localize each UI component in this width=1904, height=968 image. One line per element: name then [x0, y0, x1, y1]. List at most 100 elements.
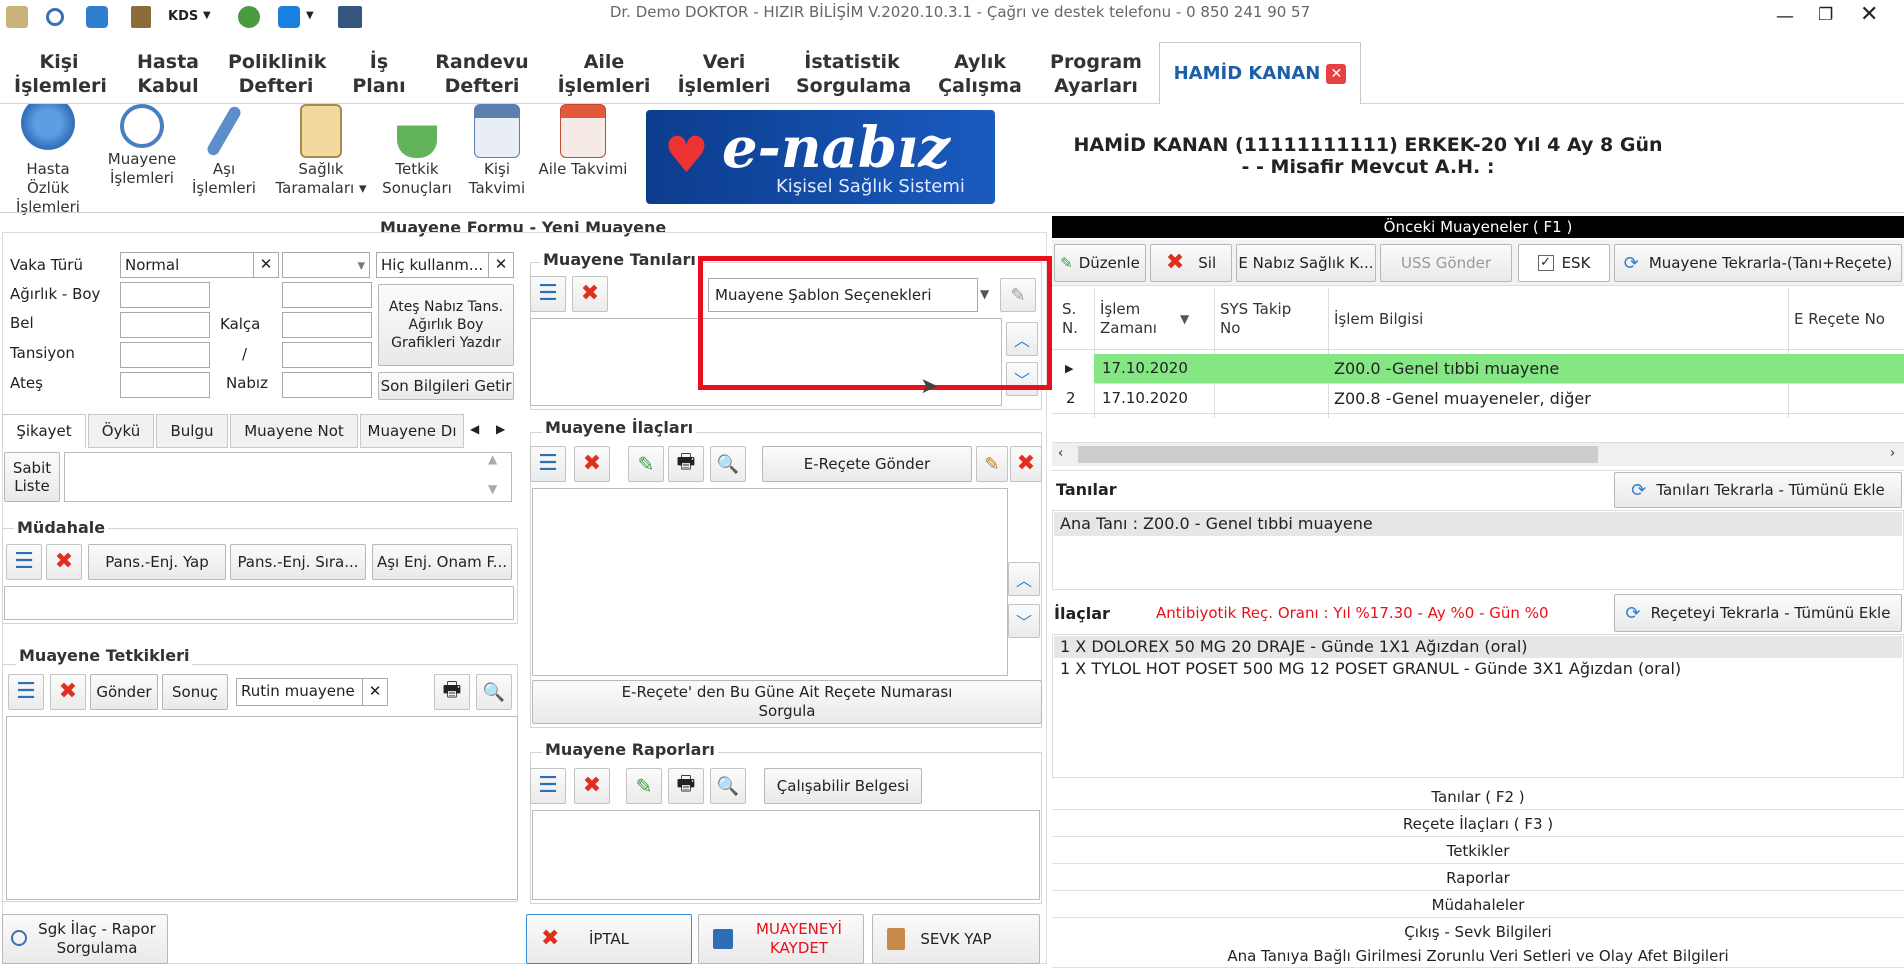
erecete-edit-button[interactable]: ✎	[976, 446, 1008, 482]
grafik-button[interactable]: Ateş Nabız Tans. Ağırlık Boy Grafikleri …	[378, 284, 514, 366]
clipboard-icon[interactable]	[131, 6, 151, 28]
accordion-mudahaleler[interactable]: Müdahaleler	[1052, 892, 1904, 918]
tansiyon-diastolik-input[interactable]	[282, 342, 372, 368]
clear-icon[interactable]: ✕	[488, 252, 514, 278]
sonuc-button[interactable]: Sonuç	[162, 674, 228, 710]
kds-label[interactable]: KDS	[168, 9, 198, 24]
iptal-button[interactable]: ✖ İPTAL	[526, 914, 692, 964]
tetkik-sablon-select[interactable]: Rutin muayene	[236, 678, 364, 706]
print-button[interactable]: 🖶	[434, 674, 470, 710]
sabit-liste-button[interactable]: Sabit Liste	[4, 452, 60, 502]
erecete-cancel-button[interactable]: ✖	[1010, 446, 1042, 482]
minimize-icon[interactable]: —	[1776, 6, 1794, 27]
receteyi-tekrarla-button[interactable]: ⟳ Reçeteyi Tekrarla - Tümünü Ekle	[1614, 594, 1902, 632]
sort-desc-icon[interactable]: ▼	[1180, 312, 1189, 326]
scroll-right-icon[interactable]: ›	[1890, 446, 1895, 461]
clear-icon[interactable]: ✕	[253, 252, 279, 278]
scroll-left-icon[interactable]: ‹	[1058, 446, 1063, 461]
toolbar-aile-takvimi[interactable]: Aile Takvimi	[538, 104, 628, 179]
col-sn[interactable]: S. N.	[1062, 300, 1088, 338]
sgk-button[interactable]: Sgk İlaç - Rapor Sorgulama	[2, 914, 168, 964]
accordion-raporlar[interactable]: Raporlar	[1052, 865, 1904, 891]
preview-button[interactable]: 🔍	[710, 446, 746, 482]
delete-button[interactable]: ✖	[46, 544, 82, 580]
scroll-thumb[interactable]	[1078, 446, 1598, 463]
list-item[interactable]: 1 X DOLOREX 50 MG 20 DRAJE - Günde 1X1 A…	[1054, 636, 1902, 658]
toolbar-tetkik[interactable]: Tetkik Sonuçları	[382, 104, 452, 198]
menu-is-plani[interactable]: İş Planı	[344, 50, 414, 98]
scroll-up-icon[interactable]: ▲	[488, 452, 497, 466]
delete-button[interactable]: ✖	[572, 276, 608, 312]
kullanim-select[interactable]: Hiç kullanm...	[376, 252, 490, 278]
tab-bulgu[interactable]: Bulgu	[156, 414, 228, 448]
kalca-input[interactable]	[282, 312, 372, 338]
tab-muayene-diger[interactable]: Muayene Dı	[360, 414, 464, 448]
menu-poliklinik-defteri[interactable]: Poliklinik Defteri	[228, 50, 326, 98]
list-item[interactable]: Ana Tanı : Z00.0 - Genel tıbbi muayene	[1054, 512, 1902, 536]
tab-scroll-right-icon[interactable]: ▶	[496, 422, 505, 436]
toolbar-muayene[interactable]: Muayene İşlemleri	[100, 104, 184, 188]
toolbar-hasta-ozluk[interactable]: Hasta Özlük İşlemleri	[4, 104, 92, 217]
list-button[interactable]: ☰	[8, 674, 44, 710]
table-row[interactable]: ▶ 17.10.2020 Z00.0 -Genel tıbbi muayene	[1052, 354, 1904, 384]
preview-button[interactable]: 🔍	[710, 768, 746, 804]
son-bilgiler-button[interactable]: Son Bilgileri Getir	[378, 372, 514, 400]
calisabilir-button[interactable]: Çalışabilir Belgesi	[764, 768, 922, 804]
menu-hasta-kabul[interactable]: Hasta Kabul	[128, 50, 208, 98]
delete-button[interactable]: ✖	[574, 768, 610, 804]
menu-aile-islemleri[interactable]: Aile İşlemleri	[554, 50, 654, 98]
menu-aylik-calisma[interactable]: Aylık Çalışma	[930, 50, 1030, 98]
ates-input[interactable]	[120, 372, 210, 398]
gonder-button[interactable]: Gönder	[90, 674, 158, 710]
erecete-sorgula-button[interactable]: E-Reçete' den Bu Güne Ait Reçete Numaras…	[532, 680, 1042, 724]
tab-sikayet[interactable]: Şikayet	[2, 414, 86, 448]
kaydet-button[interactable]: MUAYENEYİ KAYDET	[698, 914, 864, 964]
accordion-tanilar[interactable]: Tanılar ( F2 )	[1052, 784, 1904, 810]
col-islem-zamani[interactable]: İşlem Zamanı	[1100, 300, 1170, 338]
enabiz-button[interactable]: E Nabız Sağlık K...	[1236, 244, 1376, 282]
uss-button[interactable]: USS Gönder	[1380, 244, 1512, 282]
browser-icon[interactable]	[278, 6, 300, 28]
list-button[interactable]: ☰	[530, 768, 566, 804]
muayene-tekrarla-button[interactable]: ⟳ Muayene Tekrarla-(Tanı+Reçete)	[1614, 244, 1902, 282]
close-tab-icon[interactable]: ✕	[1326, 63, 1347, 84]
menu-program-ayarlari[interactable]: Program Ayarları	[1046, 50, 1146, 98]
accordion-tetkikler[interactable]: Tetkikler	[1052, 838, 1904, 864]
list-button[interactable]: ☰	[6, 544, 42, 580]
boy-input[interactable]	[282, 282, 372, 308]
pans-enj-sira-button[interactable]: Pans.-Enj. Sıra...	[230, 544, 366, 580]
edit-button[interactable]: ✎	[628, 446, 664, 482]
clear-icon[interactable]: ✕	[362, 678, 388, 706]
search-icon[interactable]	[46, 8, 64, 26]
delete-button[interactable]: ✖	[574, 446, 610, 482]
globe-icon[interactable]	[238, 6, 260, 28]
duzenle-button[interactable]: ✎ Düzenle	[1054, 244, 1146, 282]
chevron-down-icon[interactable]: ▼	[203, 10, 211, 21]
chevron-down-icon[interactable]: ▼	[306, 10, 314, 21]
toolbar-saglik-taramalari[interactable]: Sağlık Taramaları ▾	[266, 104, 376, 198]
menu-istatistik-sorgulama[interactable]: İstatistik Sorgulama	[796, 50, 911, 98]
app-icon[interactable]	[6, 6, 28, 28]
preview-button[interactable]: 🔍	[476, 674, 512, 710]
horizontal-scrollbar[interactable]: ‹ ›	[1052, 442, 1904, 466]
bel-input[interactable]	[120, 312, 210, 338]
list-button[interactable]: ☰	[530, 276, 566, 312]
nabiz-input[interactable]	[282, 372, 372, 398]
print-button[interactable]: 🖶	[668, 768, 704, 804]
sevk-button[interactable]: SEVK YAP	[872, 914, 1040, 964]
mudahale-list[interactable]	[4, 586, 514, 620]
accordion-ana-tani-veri-setleri[interactable]: Ana Tanıya Bağlı Girilmesi Zorunlu Veri …	[1052, 944, 1904, 968]
pans-enj-yap-button[interactable]: Pans.-Enj. Yap	[88, 544, 226, 580]
edit-button[interactable]: ✎	[626, 768, 662, 804]
tetkik-list[interactable]	[6, 716, 518, 900]
tab-scroll-left-icon[interactable]: ◀	[470, 422, 479, 436]
col-erecete-no[interactable]: E Reçete No	[1794, 310, 1885, 329]
erecete-gonder-button[interactable]: E-Reçete Gönder	[762, 446, 972, 482]
tab-muayene-not[interactable]: Muayene Not	[230, 414, 358, 448]
restore-icon[interactable]: ❐	[1818, 5, 1833, 25]
raporlar-list[interactable]	[532, 810, 1040, 900]
ilaclar-list[interactable]	[532, 488, 1008, 676]
refresh-icon[interactable]	[86, 6, 108, 28]
menu-kisi-islemleri[interactable]: Kişi İşlemleri	[14, 50, 107, 98]
delete-button[interactable]: ✖	[50, 674, 86, 710]
